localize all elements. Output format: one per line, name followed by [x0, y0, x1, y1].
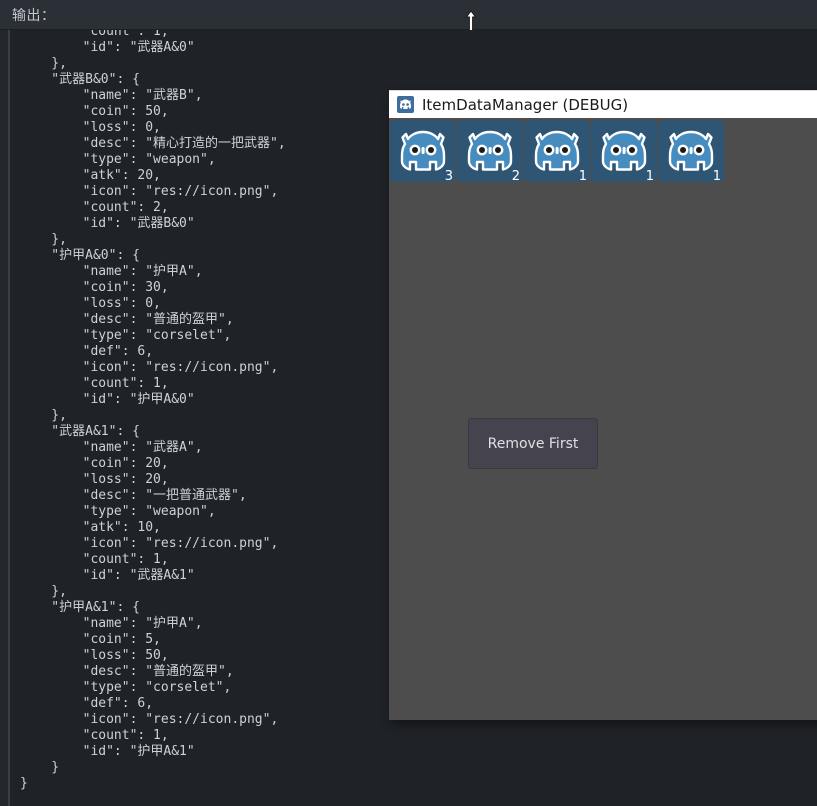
window-titlebar[interactable]: ItemDataManager (DEBUG) [389, 90, 817, 118]
inventory-slot[interactable]: 1 [591, 120, 657, 184]
window-title-label: ItemDataManager (DEBUG) [422, 95, 629, 114]
output-panel-title: 输出： [12, 8, 56, 24]
item-count-badge: 1 [645, 169, 654, 184]
inventory-slot-grid: 3 2 1 1 1 [390, 120, 724, 184]
godot-icon [600, 130, 648, 172]
item-count-badge: 2 [511, 169, 520, 184]
inventory-slot[interactable]: 3 [390, 120, 456, 184]
godot-icon [667, 130, 715, 172]
item-count-badge: 1 [578, 169, 587, 184]
output-dock-header: 输出： [0, 0, 817, 30]
output-left-gutter [8, 30, 10, 806]
godot-icon [466, 130, 514, 172]
remove-first-button[interactable]: Remove First [468, 418, 598, 469]
inventory-slot[interactable]: 1 [524, 120, 590, 184]
item-count-badge: 1 [712, 169, 721, 184]
godot-icon [533, 130, 581, 172]
window-client-area: 3 2 1 1 1 Remove First [389, 118, 817, 720]
item-data-manager-window[interactable]: ItemDataManager (DEBUG) 3 2 1 1 1 Remove… [389, 90, 817, 720]
inventory-slot[interactable]: 1 [658, 120, 724, 184]
item-count-badge: 3 [444, 169, 453, 184]
inventory-slot[interactable]: 2 [457, 120, 523, 184]
godot-icon [397, 96, 414, 113]
output-log-content: "count": 1, "id": "武器A&0" }, "武器B&0": { … [20, 30, 286, 791]
godot-icon [399, 130, 447, 172]
